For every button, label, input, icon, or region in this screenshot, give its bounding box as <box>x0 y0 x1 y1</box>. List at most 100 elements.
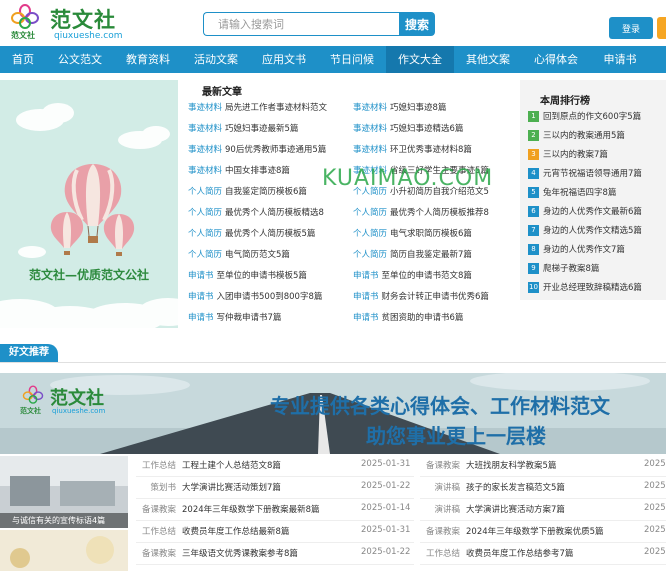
recommend-row[interactable]: 工作总结 收费员年度工作总结最新8篇 2025-01-31 <box>136 521 414 543</box>
login-button[interactable]: 登录 <box>609 17 653 39</box>
article-link[interactable]: 个人简历 自我鉴定简历模板6篇 <box>188 185 307 199</box>
ranking-title-link[interactable]: 三以内的教案7篇 <box>543 150 608 160</box>
recommend-row[interactable]: 工作总结 工程土建个人总结范文8篇 2025-01-31 <box>136 455 414 477</box>
article-link[interactable]: 申请书 写仲裁申请书7篇 <box>188 311 281 325</box>
article-title[interactable]: 最优秀个人简历模板推荐8 <box>390 208 489 218</box>
site-logo[interactable]: 范文社 范文社 qiuxueshe.com <box>10 4 130 42</box>
ranking-item[interactable]: 5 兔年祝福语四字8篇 <box>528 186 616 200</box>
nav-item[interactable]: 节日问候 <box>318 46 386 73</box>
recommend-title[interactable]: 大班找朋友科学教案5篇 <box>466 459 556 471</box>
ranking-title-link[interactable]: 身边的人优秀作文精选5篇 <box>543 226 642 236</box>
article-category[interactable]: 事迹材料 <box>188 124 222 134</box>
article-link[interactable]: 个人简历 最优秀个人简历模板精选8 <box>188 206 324 220</box>
recommend-category[interactable]: 备课教案 <box>136 547 176 559</box>
ranking-title-link[interactable]: 爬梯子教案8篇 <box>543 264 599 274</box>
article-title[interactable]: 至单位的申请书模板5篇 <box>217 271 307 281</box>
article-link[interactable]: 申请书 财务会计转正申请书优秀6篇 <box>353 290 489 304</box>
recommend-category[interactable]: 备课教案 <box>420 459 460 471</box>
article-link[interactable]: 申请书 至单位的申请书范文8篇 <box>353 269 472 283</box>
promo-banner[interactable]: 范文社 范文社 qiuxueshe.com 专业提供各类心得体会、工作材料范文 … <box>0 373 666 454</box>
article-title[interactable]: 巧媳妇事迹最新5篇 <box>225 124 298 134</box>
article-category[interactable]: 事迹材料 <box>188 103 222 113</box>
article-category[interactable]: 事迹材料 <box>188 145 222 155</box>
recommend-category[interactable]: 备课教案 <box>136 503 176 515</box>
ranking-title-link[interactable]: 三以内的教案通用5篇 <box>543 131 625 141</box>
article-link[interactable]: 申请书 入团申请书500到800字8篇 <box>188 290 322 304</box>
recommend-category[interactable]: 工作总结 <box>136 459 176 471</box>
recommend-row[interactable]: 备课教案 大班找朋友科学教案5篇 2025 <box>420 455 666 477</box>
nav-item[interactable]: 申请书 <box>590 46 650 73</box>
article-link[interactable]: 事迹材料 巧媳妇事迹最新5篇 <box>188 122 298 136</box>
recommend-row[interactable]: 备课教案 2024年三年级数学下册教案最新8篇 2025-01-14 <box>136 499 414 521</box>
recommend-title[interactable]: 大学演讲比赛活动方案7篇 <box>466 503 565 515</box>
recommend-category[interactable]: 演讲稿 <box>420 503 460 515</box>
nav-item[interactable]: 应用文书 <box>250 46 318 73</box>
article-link[interactable]: 事迹材料 中国女排事迹8篇 <box>188 164 290 178</box>
recommend-title[interactable]: 2024年三年级数学下册教案最新8篇 <box>182 503 320 515</box>
article-title[interactable]: 局先进工作者事迹材料范文 <box>225 103 327 113</box>
ranking-item[interactable]: 8 身边的人优秀作文7篇 <box>528 243 625 257</box>
article-link[interactable]: 事迹材料 局先进工作者事迹材料范文 <box>188 101 327 115</box>
ranking-item[interactable]: 9 爬梯子教案8篇 <box>528 262 599 276</box>
article-title[interactable]: 贫困资助的申请书6篇 <box>382 313 464 323</box>
recommend-category[interactable]: 工作总结 <box>136 525 176 537</box>
ranking-title-link[interactable]: 开业总经理致辞稿精选6篇 <box>543 283 642 293</box>
article-category[interactable]: 申请书 <box>188 313 214 323</box>
article-link[interactable]: 事迹材料 巧媳妇事迹精选6篇 <box>353 122 463 136</box>
recommend-row[interactable]: 演讲稿 大学演讲比赛活动方案7篇 2025 <box>420 499 666 521</box>
article-link[interactable]: 个人简历 最优秀个人简历模板推荐8 <box>353 206 489 220</box>
ranking-title-link[interactable]: 回到原点的作文600字5篇 <box>543 112 641 122</box>
ranking-item[interactable]: 3 三以内的教案7篇 <box>528 148 608 162</box>
article-link[interactable]: 个人简历 电气简历范文5篇 <box>188 248 290 262</box>
article-link[interactable]: 个人简历 电气求职简历模板6篇 <box>353 227 472 241</box>
nav-item[interactable]: 活动文案 <box>182 46 250 73</box>
article-title[interactable]: 巧媳妇事迹精选6篇 <box>390 124 463 134</box>
article-title[interactable]: 财务会计转正申请书优秀6篇 <box>382 292 489 302</box>
article-category[interactable]: 申请书 <box>353 313 379 323</box>
article-title[interactable]: 自我鉴定简历模板6篇 <box>225 187 307 197</box>
nav-item[interactable]: 公文范文 <box>46 46 114 73</box>
article-category[interactable]: 个人简历 <box>353 250 387 260</box>
article-title[interactable]: 90后优秀教师事迹通用5篇 <box>225 145 326 155</box>
article-title[interactable]: 电气简历范文5篇 <box>225 250 290 260</box>
recommend-title[interactable]: 孩子的家长发言稿范文5篇 <box>466 481 565 493</box>
thumbnail-card[interactable]: 与诚信有关的宣传标语4篇 <box>0 456 128 528</box>
recommend-category[interactable]: 演讲稿 <box>420 481 460 493</box>
ranking-title-link[interactable]: 身边的人优秀作文7篇 <box>543 245 625 255</box>
search-button[interactable]: 搜索 <box>399 12 435 36</box>
recommend-row[interactable]: 工作总结 收费员年度工作总结参考7篇 2025 <box>420 543 666 565</box>
article-category[interactable]: 申请书 <box>353 271 379 281</box>
article-category[interactable]: 事迹材料 <box>353 145 387 155</box>
nav-item[interactable]: 作文大全 <box>386 46 454 73</box>
article-link[interactable]: 申请书 贫困资助的申请书6篇 <box>353 311 463 325</box>
article-link[interactable]: 个人简历 简历自我鉴定最新7篇 <box>353 248 472 262</box>
thumbnail-card[interactable] <box>0 530 128 571</box>
ranking-item[interactable]: 2 三以内的教案通用5篇 <box>528 129 625 143</box>
article-title[interactable]: 环卫优秀事迹材料8篇 <box>390 145 472 155</box>
recommend-title[interactable]: 收费员年度工作总结参考7篇 <box>466 547 573 559</box>
article-link[interactable]: 事迹材料 90后优秀教师事迹通用5篇 <box>188 143 326 157</box>
ranking-title-link[interactable]: 元宵节祝福语领导通用7篇 <box>543 169 642 179</box>
ranking-title-link[interactable]: 身边的人优秀作文最新6篇 <box>543 207 642 217</box>
recommend-row[interactable]: 备课教案 三年级语文优秀课教案参考8篇 2025-01-22 <box>136 543 414 565</box>
article-title[interactable]: 最优秀个人简历模板精选8 <box>225 208 324 218</box>
nav-item[interactable]: 心得体会 <box>522 46 590 73</box>
article-title[interactable]: 电气求职简历模板6篇 <box>390 229 472 239</box>
recommend-title[interactable]: 2024年三年级数学下册教案优质5篇 <box>466 525 604 537</box>
ranking-title-link[interactable]: 兔年祝福语四字8篇 <box>543 188 616 198</box>
recommend-title[interactable]: 收费员年度工作总结最新8篇 <box>182 525 289 537</box>
article-link[interactable]: 个人简历 最优秀个人简历模板5篇 <box>188 227 315 241</box>
register-button[interactable] <box>657 17 666 39</box>
recommend-title[interactable]: 工程土建个人总结范文8篇 <box>182 459 281 471</box>
ranking-item[interactable]: 1 回到原点的作文600字5篇 <box>528 110 641 124</box>
article-title[interactable]: 写仲裁申请书7篇 <box>217 313 282 323</box>
ranking-item[interactable]: 10 开业总经理致辞稿精选6篇 <box>528 281 642 295</box>
article-title[interactable]: 简历自我鉴定最新7篇 <box>390 250 472 260</box>
nav-item[interactable]: 其他文案 <box>454 46 522 73</box>
article-category[interactable]: 个人简历 <box>188 250 222 260</box>
article-link[interactable]: 事迹材料 环卫优秀事迹材料8篇 <box>353 143 472 157</box>
article-category[interactable]: 个人简历 <box>353 229 387 239</box>
article-category[interactable]: 事迹材料 <box>353 103 387 113</box>
recommend-title[interactable]: 大学演讲比赛活动策划7篇 <box>182 481 281 493</box>
recommend-category[interactable]: 备课教案 <box>420 525 460 537</box>
